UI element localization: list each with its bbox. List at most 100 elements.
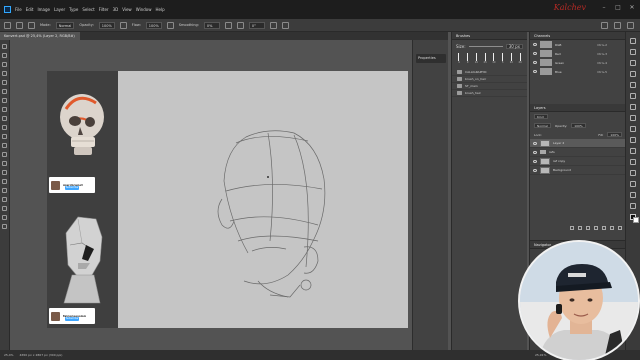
channel-card-1[interactable]: marcbrunet Subscribe — [49, 177, 95, 193]
fill-field[interactable]: 100% — [607, 132, 622, 137]
character-panel-icon[interactable] — [630, 126, 636, 132]
brush-tool-icon[interactable] — [2, 107, 7, 112]
layer-row[interactable]: Background — [530, 166, 626, 175]
healing-tool-icon[interactable] — [2, 98, 7, 103]
photoshop-logo-icon[interactable] — [4, 6, 11, 13]
zoom-level[interactable]: 25,4% — [4, 353, 14, 357]
channel-row[interactable]: RGB Ctrl+2 — [530, 40, 625, 49]
brush-preset[interactable]: 20 — [517, 53, 523, 65]
brush-folder[interactable]: brush_on_hair — [452, 76, 527, 83]
navigator-zoom[interactable]: 25,91% — [535, 353, 546, 357]
visibility-eye-icon[interactable] — [533, 61, 537, 64]
smoothing-field[interactable]: 0% — [203, 21, 220, 29]
background-color-swatch[interactable] — [632, 217, 639, 223]
clone-stamp-tool-icon[interactable] — [2, 116, 7, 121]
channel-row[interactable]: Blue Ctrl+5 — [530, 67, 625, 76]
dodge-tool-icon[interactable] — [2, 161, 7, 166]
info-panel-icon[interactable] — [630, 159, 636, 165]
shape-tool-icon[interactable] — [2, 197, 7, 202]
visibility-eye-icon[interactable] — [533, 70, 537, 73]
opacity-field[interactable]: 100% — [98, 21, 115, 29]
home-icon[interactable] — [4, 21, 11, 29]
new-layer-icon[interactable] — [610, 226, 614, 230]
channels-tab[interactable]: Channels — [530, 32, 625, 40]
menu-layer[interactable]: Layer — [54, 7, 65, 12]
menu-help[interactable]: Help — [155, 7, 164, 12]
more-tools-icon[interactable] — [2, 224, 7, 229]
channel-row[interactable]: Green Ctrl+4 — [530, 58, 625, 67]
quick-select-tool-icon[interactable] — [2, 71, 7, 76]
eraser-tool-icon[interactable] — [2, 134, 7, 139]
minimize-button[interactable]: – — [600, 4, 608, 12]
type-tool-icon[interactable] — [2, 179, 7, 184]
pressure-opacity-icon[interactable] — [119, 21, 127, 29]
channel-card-2[interactable]: falconsession Subscribe — [49, 308, 95, 324]
share-icon[interactable] — [627, 22, 634, 29]
layer-row[interactable]: Layer 2 — [530, 139, 626, 148]
zoom-tool-icon[interactable] — [2, 215, 7, 220]
subscribe-button[interactable]: Subscribe — [65, 186, 79, 190]
menu-window[interactable]: Window — [136, 7, 152, 12]
libraries-panel-icon[interactable] — [630, 170, 636, 176]
mode-select[interactable]: Normal — [55, 21, 75, 29]
kind-filter[interactable]: Kind — [534, 114, 548, 119]
link-icon[interactable] — [570, 226, 574, 230]
menu-image[interactable]: Image — [37, 7, 50, 12]
adjustments-panel-icon[interactable] — [630, 60, 636, 66]
smoothing-settings-icon[interactable] — [224, 21, 232, 29]
brushes-tab[interactable]: Brushes — [452, 32, 527, 40]
layer-row[interactable]: refs — [530, 148, 626, 157]
flow-field[interactable]: 100% — [145, 21, 162, 29]
document-tab[interactable]: Konvert.psd @ 25,4% (Layer 2, RGB/8#) *× — [0, 32, 80, 46]
close-button[interactable]: ✕ — [628, 4, 636, 12]
layers-tab[interactable]: Layers — [530, 104, 626, 112]
paths-panel-icon[interactable] — [630, 115, 636, 121]
timeline-panel-icon[interactable] — [630, 192, 636, 198]
hand-tool-icon[interactable] — [2, 206, 7, 211]
brush-preset[interactable]: 25 — [482, 53, 488, 65]
trash-icon[interactable] — [618, 226, 622, 230]
eyedropper-tool-icon[interactable] — [2, 89, 7, 94]
visibility-eye-icon[interactable] — [533, 159, 537, 163]
brush-folder[interactable]: brush_hair — [452, 90, 527, 97]
brush-preset[interactable]: 20 — [509, 53, 515, 65]
brush-folder[interactable]: CALLIGRAPHIC — [452, 69, 527, 76]
angle-field[interactable]: 0° — [248, 21, 265, 29]
angle-icon[interactable] — [236, 21, 244, 29]
size-field[interactable]: 30 px — [505, 44, 523, 49]
menu-edit[interactable]: Edit — [26, 7, 34, 12]
blend-mode-select[interactable]: Normal — [534, 123, 551, 128]
blur-tool-icon[interactable] — [2, 152, 7, 157]
fx-icon[interactable] — [578, 226, 582, 230]
swatches-panel-icon[interactable] — [630, 49, 636, 55]
visibility-eye-icon[interactable] — [533, 52, 537, 55]
layer-opacity-field[interactable]: 100% — [571, 123, 586, 128]
drawing-canvas[interactable] — [118, 71, 408, 328]
visibility-eye-icon[interactable] — [533, 168, 537, 172]
menu-3d[interactable]: 3D — [113, 7, 119, 12]
channel-row[interactable]: Red Ctrl+3 — [530, 49, 625, 58]
brush-preset-icon[interactable] — [16, 21, 23, 29]
brush-preset[interactable]: 10 — [491, 53, 497, 65]
path-select-tool-icon[interactable] — [2, 188, 7, 193]
airbrush-icon[interactable] — [166, 21, 174, 29]
glyphs-panel-icon[interactable] — [630, 148, 636, 154]
search-icon[interactable] — [601, 22, 608, 29]
maximize-button[interactable]: □ — [614, 4, 622, 12]
move-tool-icon[interactable] — [2, 44, 7, 49]
visibility-eye-icon[interactable] — [533, 43, 537, 46]
pen-tool-icon[interactable] — [2, 170, 7, 175]
crop-tool-icon[interactable] — [2, 80, 7, 85]
actions-panel-icon[interactable] — [630, 82, 636, 88]
visibility-eye-icon[interactable] — [533, 150, 537, 154]
mask-icon[interactable] — [586, 226, 590, 230]
styles-panel-icon[interactable] — [630, 181, 636, 187]
menu-view[interactable]: View — [122, 7, 132, 12]
menu-filter[interactable]: Filter — [99, 7, 109, 12]
new-group-icon[interactable] — [602, 226, 606, 230]
visibility-eye-icon[interactable] — [533, 141, 537, 145]
subscribe-button[interactable]: Subscribe — [65, 317, 79, 321]
properties-button[interactable]: Properties — [416, 54, 446, 63]
pressure-size-icon[interactable] — [269, 21, 277, 29]
brush-folder[interactable]: ST_main — [452, 83, 527, 90]
